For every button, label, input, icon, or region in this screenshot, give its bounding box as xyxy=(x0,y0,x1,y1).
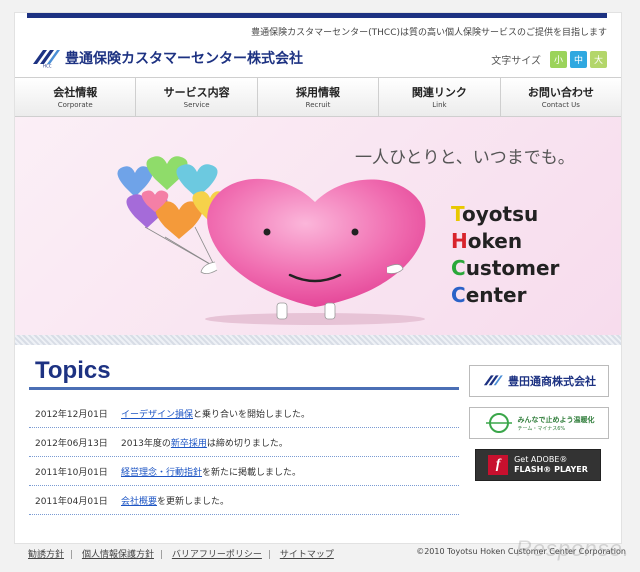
news-prefix: 2013年度の xyxy=(121,438,171,449)
nav-label-en: Link xyxy=(432,101,447,109)
topics-divider xyxy=(29,387,459,390)
topics-heading: Topics xyxy=(35,357,111,384)
footer-link-privacy-policy[interactable]: 個人情報保護方針 xyxy=(82,550,154,560)
footer-link-solicitation-policy[interactable]: 勧誘方針 xyxy=(28,550,64,560)
nav-label-en: Recruit xyxy=(305,101,331,109)
hero-divider-band xyxy=(15,335,621,345)
nav-item-recruit[interactable]: 採用情報 Recruit xyxy=(258,78,380,116)
company-logo[interactable]: HCC 豊通保険カスタマーセンター株式会社 xyxy=(31,48,303,68)
team-minus6-banner[interactable]: みんなで止めよう温暖化 チーム・マイナス6% xyxy=(469,407,609,439)
news-link[interactable]: 新卒採用 xyxy=(171,436,207,449)
topics-list: 2012年12月01日 イーデザイン損保 と乗り合いを開始しました。 2012年0… xyxy=(29,399,459,515)
nav-item-link[interactable]: 関連リンク Link xyxy=(379,78,501,116)
nav-item-service[interactable]: サービス内容 Service xyxy=(136,78,258,116)
nav-label-en: Service xyxy=(183,101,210,109)
banner-sublabel: FLASH® PLAYER xyxy=(514,465,588,474)
toyota-tsusho-banner[interactable]: 豊田通商株式会社 xyxy=(469,365,609,397)
flash-icon: f xyxy=(488,455,509,475)
news-text: を更新しました。 xyxy=(157,496,230,507)
banner-sublabel: チーム・マイナス6% xyxy=(517,425,566,432)
list-item: 2012年06月13日 2013年度の 新卒採用 は締め切りました。 xyxy=(29,428,459,457)
banner-label: Get ADOBE® xyxy=(514,455,568,464)
get-flash-player-banner[interactable]: f Get ADOBE® FLASH® PLAYER xyxy=(475,449,601,481)
nav-label-jp: サービス内容 xyxy=(163,86,230,99)
page-container: 豊通保険カスタマーセンター(THCC)は質の高い個人保険サービスのご提供を目指し… xyxy=(14,12,622,544)
font-size-large-button[interactable]: 大 xyxy=(590,51,607,68)
top-accent-bar xyxy=(27,13,607,18)
company-name: 豊通保険カスタマーセンター株式会社 xyxy=(65,51,303,67)
nav-label-en: Corporate xyxy=(57,101,93,109)
global-nav: 会社情報 Corporate サービス内容 Service 採用情報 Recru… xyxy=(15,77,621,117)
footer-link-sitemap[interactable]: サイトマップ xyxy=(280,550,334,560)
footer-links: 勧誘方針 | 個人情報保護方針 | バリアフリーポリシー | サイトマップ xyxy=(28,550,334,560)
nav-label-jp: 関連リンク xyxy=(411,86,467,99)
banner-label: みんなで止めよう温暖化 xyxy=(517,415,595,424)
toyota-tsusho-logo-icon xyxy=(483,375,503,386)
font-size-small-button[interactable]: 小 xyxy=(550,51,567,68)
header-tagline: 豊通保険カスタマーセンター(THCC)は質の高い個人保険サービスのご提供を目指し… xyxy=(251,28,607,38)
nav-label-jp: 会社情報 xyxy=(53,86,98,99)
nav-item-contact[interactable]: お問い合わせ Contact Us xyxy=(501,78,621,116)
news-link[interactable]: 経営理念・行動指針 xyxy=(121,465,202,478)
news-date: 2012年06月13日 xyxy=(35,438,108,449)
list-item: 2012年12月01日 イーデザイン損保 と乗り合いを開始しました。 xyxy=(29,399,459,428)
brand-line: Customer xyxy=(451,256,560,280)
footer-link-barrier-free[interactable]: バリアフリーポリシー xyxy=(172,550,262,560)
nav-item-corporate[interactable]: 会社情報 Corporate xyxy=(15,78,137,116)
hero-slogan: 一人ひとりと、いつまでも。 xyxy=(355,148,575,168)
news-link[interactable]: イーデザイン損保 xyxy=(121,407,193,420)
news-date: 2011年10月01日 xyxy=(35,467,108,478)
brand-line: Center xyxy=(451,283,527,307)
svg-text:HCC: HCC xyxy=(43,64,52,69)
font-size-medium-button[interactable]: 中 xyxy=(570,51,587,68)
globe-icon xyxy=(485,413,512,433)
nav-label-jp: お問い合わせ xyxy=(527,86,594,99)
banner-label: 豊田通商株式会社 xyxy=(508,375,596,388)
thcc-logo-icon: HCC xyxy=(33,50,60,69)
news-text: は締め切りました。 xyxy=(206,438,288,449)
news-text: を新たに掲載しました。 xyxy=(202,467,302,478)
news-text: と乗り合いを開始しました。 xyxy=(193,409,311,420)
list-item: 2011年10月01日 経営理念・行動指針 を新たに掲載しました。 xyxy=(29,457,459,486)
heart-body xyxy=(207,178,426,307)
brand-line: Toyotsu xyxy=(451,202,539,226)
nav-label-jp: 採用情報 xyxy=(296,86,341,99)
hero-banner: 一人ひとりと、いつまでも。 Toyotsu Hoken Customer Cen… xyxy=(15,117,621,335)
news-link[interactable]: 会社概要 xyxy=(121,494,157,507)
font-size-label: 文字サイズ xyxy=(491,56,541,67)
list-item: 2011年04月01日 会社概要 を更新しました。 xyxy=(29,486,459,515)
nav-label-en: Contact Us xyxy=(541,101,580,109)
brand-line: Hoken xyxy=(451,229,523,253)
hero-brand-name: Toyotsu Hoken Customer Center xyxy=(451,201,559,309)
font-size-switcher: 文字サイズ 小 中 大 xyxy=(491,51,607,68)
news-date: 2011年04月01日 xyxy=(35,496,108,507)
news-date: 2012年12月01日 xyxy=(35,409,108,420)
watermark: Response. xyxy=(515,536,630,561)
